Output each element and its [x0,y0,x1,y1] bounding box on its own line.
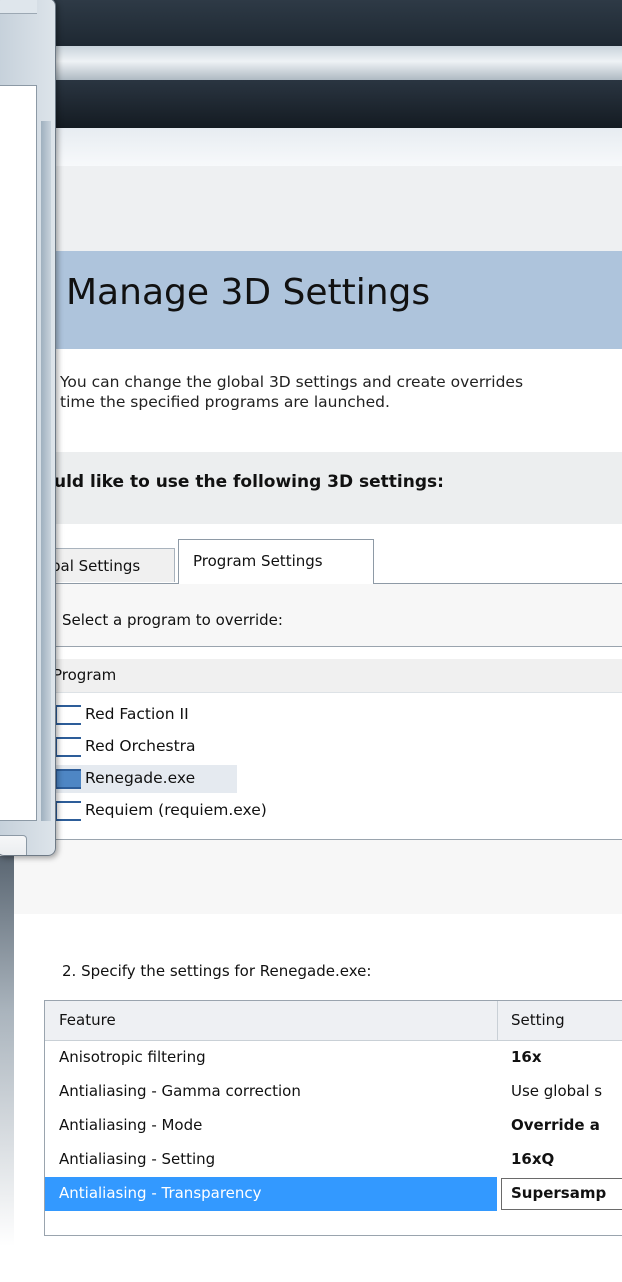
program-list[interactable]: Program Red Faction II Red Orchestra Ren… [46,646,622,840]
dialog-titlebar[interactable] [0,0,37,14]
window-frame-glass [0,46,622,80]
setting-value[interactable]: 16xQ [511,1150,554,1168]
program-step-label: Select a program to override: [62,611,283,629]
column-header-setting[interactable]: Setting [511,1011,565,1029]
feature-name: Antialiasing - Transparency [59,1184,262,1202]
settings-table[interactable]: Feature Setting Anisotropic filtering 16… [44,1000,622,1236]
program-item[interactable]: Requiem (requiem.exe) [47,797,622,825]
feature-name: Antialiasing - Mode [59,1116,203,1134]
toolbar-area [0,166,622,252]
dialog-content-area[interactable] [0,85,37,821]
menu-band [0,80,622,128]
checkbox-icon[interactable] [55,737,81,757]
overlapping-dialog[interactable] [0,0,56,856]
setting-value[interactable]: 16x [511,1048,542,1066]
tab-label: bal Settings [51,557,141,575]
program-column-label: Program [53,666,117,684]
column-divider[interactable] [497,1001,498,1041]
program-label: Requiem (requiem.exe) [85,801,267,819]
program-label: Renegade.exe [85,769,196,787]
program-label: Red Faction II [85,705,189,723]
settings-row[interactable]: Antialiasing - Gamma correction Use glob… [45,1075,622,1109]
page-title: Manage 3D Settings [66,272,431,313]
program-column-header[interactable]: Program [47,659,622,693]
window-shadow [0,856,14,1246]
program-item[interactable]: Red Orchestra [47,733,622,761]
checkbox-icon[interactable] [55,705,81,725]
description-line: You can change the global 3D settings an… [60,373,524,391]
setting-value[interactable]: Supersamp [511,1184,606,1202]
feature-name: Antialiasing - Gamma correction [59,1082,301,1100]
dialog-button[interactable] [0,835,27,855]
settings-row-selected[interactable]: Antialiasing - Transparency Supersamp [45,1177,622,1211]
feature-name: Anisotropic filtering [59,1048,206,1066]
settings-row[interactable]: Antialiasing - Setting 16xQ [45,1143,622,1177]
description-line: time the specified programs are launched… [60,393,390,411]
program-item-selected[interactable]: Renegade.exe [47,765,622,793]
tab-label: Program Settings [193,552,323,570]
feature-name: Antialiasing - Setting [59,1150,216,1168]
section-subheader: uld like to use the following 3D setting… [54,472,444,492]
tab-program-settings[interactable]: Program Settings [178,539,374,584]
setting-value[interactable]: Override a [511,1116,600,1134]
program-item[interactable]: Red Faction II [47,701,622,729]
checkbox-icon[interactable] [55,801,81,821]
setting-value[interactable]: Use global s [511,1082,602,1100]
settings-row[interactable]: Anisotropic filtering 16x [45,1041,622,1075]
column-header-feature[interactable]: Feature [59,1011,116,1029]
page-description: You can change the global 3D settings an… [60,372,622,412]
settings-step-label: 2. Specify the settings for Renegade.exe… [62,962,372,980]
program-label: Red Orchestra [85,737,196,755]
toolbar-glass [0,128,622,166]
checkbox-icon[interactable] [55,769,81,789]
settings-row[interactable]: Antialiasing - Mode Override a [45,1109,622,1143]
dialog-scrollbar[interactable] [41,121,51,821]
settings-table-header: Feature Setting [45,1001,622,1041]
window-titlebar [0,0,622,46]
